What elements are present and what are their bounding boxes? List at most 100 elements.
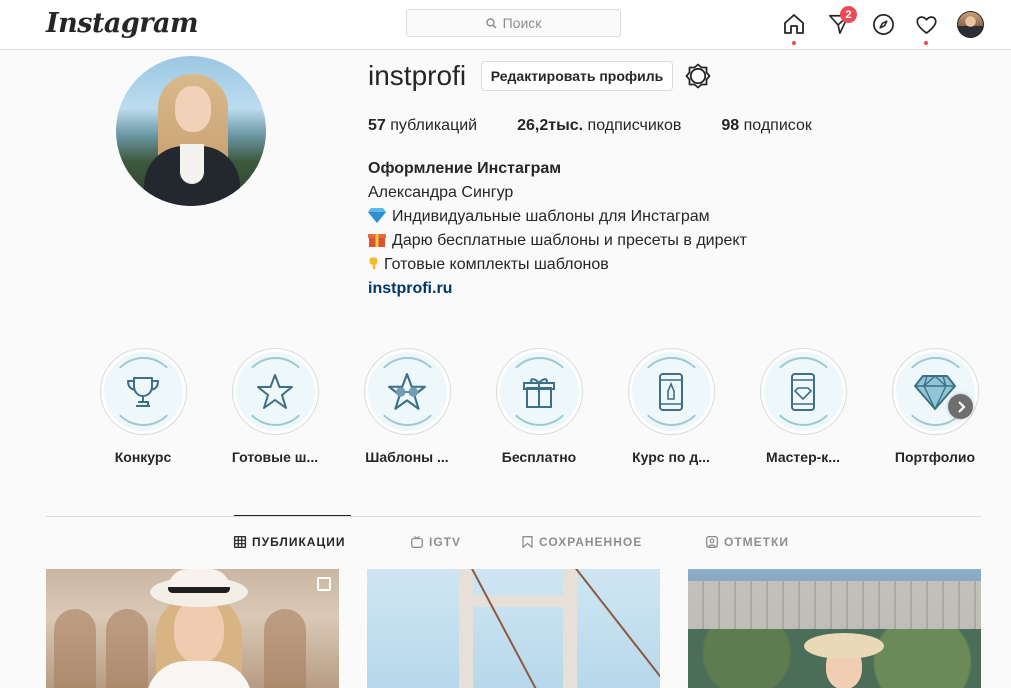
highlight-ring [363, 348, 451, 435]
post-scene-beam [459, 595, 577, 607]
post-scene-arch [106, 609, 148, 688]
compass-icon [872, 13, 894, 35]
highlight-cover [367, 352, 447, 431]
bio-line-gift-text: Дарю бесплатные шаблоны и пресеты в дире… [392, 232, 747, 249]
tab-saved-label: СОХРАНЕННОЕ [539, 535, 643, 549]
highlight-item[interactable]: Шаблоны ... [352, 348, 462, 465]
highlight-label: Портфолио [894, 449, 976, 465]
posts-count-value: 57 [368, 117, 386, 134]
chevron-right-icon [957, 400, 966, 413]
avatar-shirt [180, 144, 204, 184]
highlight-arc [108, 357, 178, 426]
tab-tagged[interactable]: ОТМЕТКИ [706, 535, 789, 549]
top-navigation-bar: Instagram Поиск 2 [0, 0, 1011, 50]
tab-igtv-label: IGTV [429, 535, 462, 549]
tagged-icon [706, 536, 718, 548]
profile-bio: Оформление Инстаграм Александра Сингур И… [368, 157, 747, 301]
settings-gear-icon[interactable] [685, 63, 711, 89]
highlight-arc [372, 357, 442, 426]
post-thumbnail[interactable] [688, 569, 981, 688]
direct-messages-button[interactable]: 2 [825, 6, 857, 38]
tab-igtv[interactable]: IGTV [411, 535, 461, 549]
tab-tagged-label: ОТМЕТКИ [724, 535, 789, 549]
post-scene-face [174, 599, 224, 663]
heart-icon [915, 15, 937, 34]
active-tab-indicator [234, 515, 351, 516]
highlight-cover [235, 352, 315, 431]
highlight-ring [99, 348, 187, 435]
tabs-divider [46, 516, 981, 517]
home-indicator-dot [792, 41, 796, 45]
bookmark-icon [522, 536, 533, 548]
activity-indicator-dot [924, 41, 928, 45]
followers-count-value: 26,2тыс. [517, 117, 584, 134]
search-input[interactable]: Поиск [406, 9, 621, 37]
highlight-label: Конкурс [114, 449, 172, 465]
highlight-label: Бесплатно [501, 449, 577, 465]
highlights-next-button[interactable] [948, 394, 973, 419]
post-thumbnail[interactable] [46, 569, 339, 688]
bio-line-gift: Дарю бесплатные шаблоны и пресеты в дире… [368, 229, 747, 253]
post-scene-cable [471, 569, 544, 688]
highlight-ring [231, 348, 319, 435]
post-scene-arch [54, 609, 96, 688]
highlight-item[interactable]: Мастер-к... [748, 348, 858, 465]
avatar-face [175, 86, 211, 132]
highlight-ring [759, 348, 847, 435]
following-count-label: подписок [743, 117, 812, 134]
grid-icon [234, 536, 246, 548]
notification-badge: 2 [840, 6, 857, 23]
posts-count-label: публикаций [390, 117, 478, 134]
post-scene-pylon [459, 569, 473, 688]
post-scene-arch [264, 609, 306, 688]
igtv-icon [411, 536, 423, 548]
bio-website-link[interactable]: instprofi.ru [368, 277, 747, 301]
highlight-item[interactable]: Готовые ш... [220, 348, 330, 465]
posts-count: 57 публикаций [368, 117, 477, 135]
highlight-item[interactable]: Конкурс [88, 348, 198, 465]
bio-display-name: Оформление Инстаграм [368, 160, 562, 177]
highlight-ring [495, 348, 583, 435]
highlight-arc [240, 357, 310, 426]
edit-profile-button[interactable]: Редактировать профиль [481, 61, 673, 91]
home-button[interactable] [780, 10, 808, 45]
bio-line-templates-text: Индивидуальные шаблоны для Инстаграм [392, 208, 710, 225]
highlight-item[interactable]: Портфолио [880, 348, 990, 465]
bio-line-templates: Индивидуальные шаблоны для Инстаграм [368, 205, 747, 229]
tab-saved[interactable]: СОХРАНЕННОЕ [522, 535, 642, 549]
highlight-cover [895, 352, 975, 431]
highlight-ring [627, 348, 715, 435]
highlight-arc [636, 357, 706, 426]
highlight-label: Курс по д... [632, 449, 710, 465]
post-scene-pylon [563, 569, 577, 688]
highlight-cover [763, 352, 843, 431]
bio-line-sets: Готовые комплекты шаблонов [368, 253, 747, 277]
instagram-logo[interactable]: Instagram [46, 8, 199, 39]
profile-stats: 57 публикаций 26,2тыс. подписчиков 98 по… [368, 117, 852, 135]
highlight-item[interactable]: Курс по д... [616, 348, 726, 465]
followers-count[interactable]: 26,2тыс. подписчиков [517, 117, 681, 135]
following-count-value: 98 [721, 117, 740, 134]
highlight-label: Шаблоны ... [365, 449, 449, 465]
avatar [956, 10, 984, 38]
highlight-ring [891, 348, 979, 435]
tab-posts[interactable]: ПУБЛИКАЦИИ [234, 535, 345, 549]
profile-avatar[interactable] [116, 56, 266, 206]
profile-menu-button[interactable] [956, 10, 984, 38]
explore-button[interactable] [869, 10, 897, 38]
search-placeholder: Поиск [502, 15, 542, 31]
following-count[interactable]: 98 подписок [721, 117, 811, 135]
highlight-cover [103, 352, 183, 431]
highlight-item[interactable]: Бесплатно [484, 348, 594, 465]
highlight-label: Мастер-к... [766, 449, 840, 465]
highlight-arc [768, 357, 838, 426]
gift-emoji-icon [368, 234, 386, 247]
activity-button[interactable] [912, 10, 940, 45]
post-thumbnail[interactable] [367, 569, 660, 688]
bio-line-name: Александра Сингур [368, 184, 514, 201]
highlight-cover [631, 352, 711, 431]
multi-post-icon [317, 577, 331, 591]
tab-posts-label: ПУБЛИКАЦИИ [252, 535, 346, 549]
pointing-down-emoji-icon [369, 257, 378, 270]
search-icon [485, 17, 497, 28]
